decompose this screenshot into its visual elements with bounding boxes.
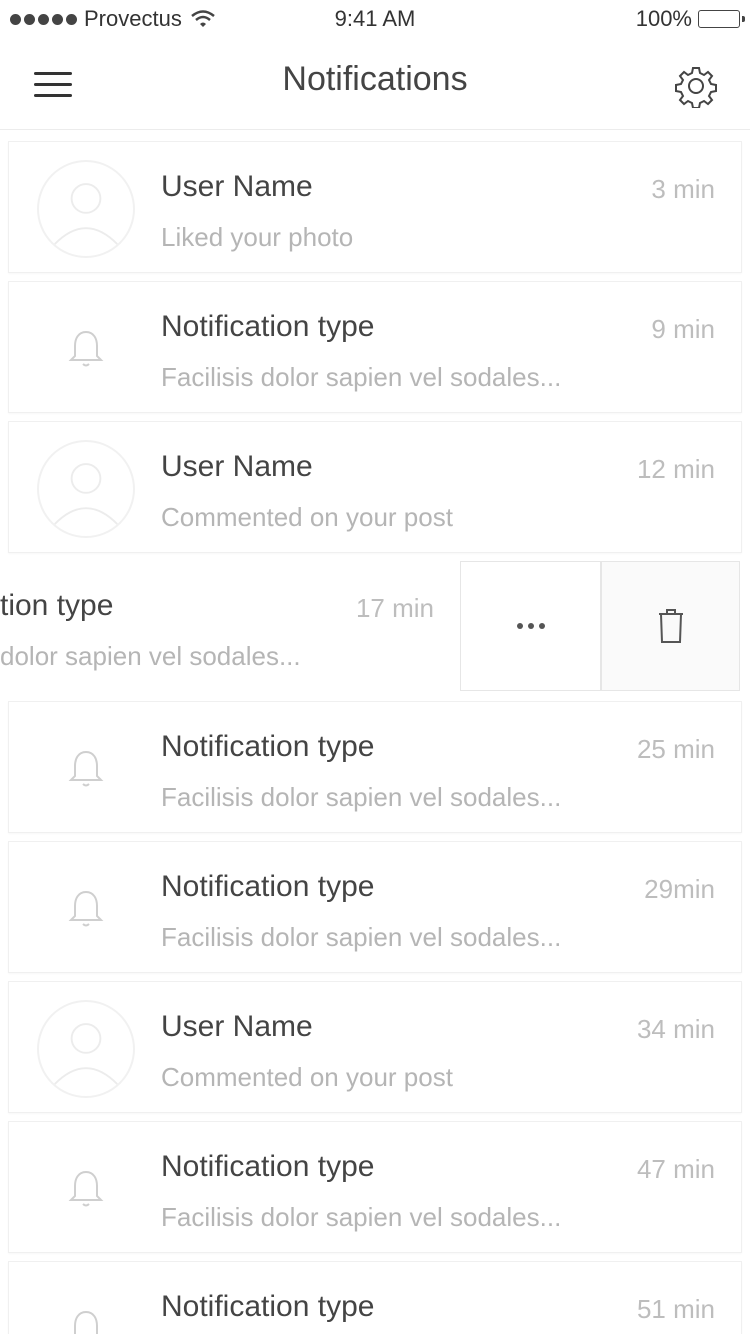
delete-button[interactable] [601,561,740,691]
notifications-list[interactable]: User Name Liked your photo 3 min Notific… [0,131,750,1334]
notification-title: User Name [161,1010,313,1043]
notification-title: Notification type [161,870,375,903]
notification-time: 51 min [636,1294,715,1324]
notification-card[interactable]: User Name Liked your photo 3 min [8,141,742,273]
trash-icon [658,609,683,643]
notification-title: User Name [161,450,313,483]
status-bar: Provectus 9:41 AM 100% [0,0,750,40]
swiped-notification-row[interactable]: tion type dolor sapien vel sodales... 17… [0,561,750,691]
user-avatar-icon [37,440,135,538]
notification-subtitle: Liked your photo [161,222,354,252]
notification-card[interactable]: User Name Commented on your post 34 min [8,981,742,1113]
notification-time: 9 min [651,314,715,344]
battery-info: 100% [635,6,745,32]
more-actions-button[interactable] [460,561,601,691]
notification-time: 12 min [636,454,715,484]
notification-subtitle: Facilisis dolor sapien vel sodales... [161,1202,562,1232]
notification-subtitle: Commented on your post [161,1062,453,1092]
notification-subtitle: Commented on your post [161,502,453,532]
notification-title: Notification type [161,310,375,343]
notification-time: 3 min [651,174,715,204]
notification-subtitle: dolor sapien vel sodales... [0,641,301,671]
notification-card[interactable]: Notification type Facilisis dolor sapien… [8,701,742,833]
notification-card[interactable]: Notification type Facilisis dolor sapien… [8,1121,742,1253]
page-title: Notifications [282,60,468,98]
user-avatar-icon [37,1000,135,1098]
notification-title: Notification type [161,1290,375,1323]
bell-icon [68,750,104,787]
notification-subtitle: Facilisis dolor sapien vel sodales... [161,922,562,952]
notification-card[interactable]: Notification type Facilisis dolor sapien… [8,841,742,973]
battery-icon [698,10,745,28]
notification-subtitle: Facilisis dolor sapien vel sodales... [161,362,562,392]
notification-time: 17 min [355,593,434,623]
gear-icon[interactable] [674,64,718,108]
notification-title: tion type [0,589,114,622]
bell-icon [68,330,104,367]
notification-title: Notification type [161,730,375,763]
notification-card[interactable]: User Name Commented on your post 12 min [8,421,742,553]
notification-card[interactable]: tion type dolor sapien vel sodales... 17… [0,561,458,691]
more-dots-icon [516,623,545,629]
notification-title: Notification type [161,1150,375,1183]
bell-icon [74,1310,98,1334]
notification-time: 34 min [636,1014,715,1044]
bell-icon [68,1170,104,1207]
notification-subtitle: Facilisis dolor sapien vel sodales... [161,782,562,812]
notification-time: 47 min [636,1154,715,1184]
bell-icon [68,890,104,927]
notification-card[interactable]: Notification type Facilisis dolor sapien… [8,281,742,413]
notification-time: 25 min [636,734,715,764]
user-avatar-icon [37,160,135,258]
battery-percentage: 100% [635,6,692,31]
notification-time: 29min [644,874,715,904]
notification-title: User Name [161,170,313,203]
navigation-bar: Notifications [0,40,750,130]
notification-card[interactable]: Notification type 51 min [8,1261,742,1334]
